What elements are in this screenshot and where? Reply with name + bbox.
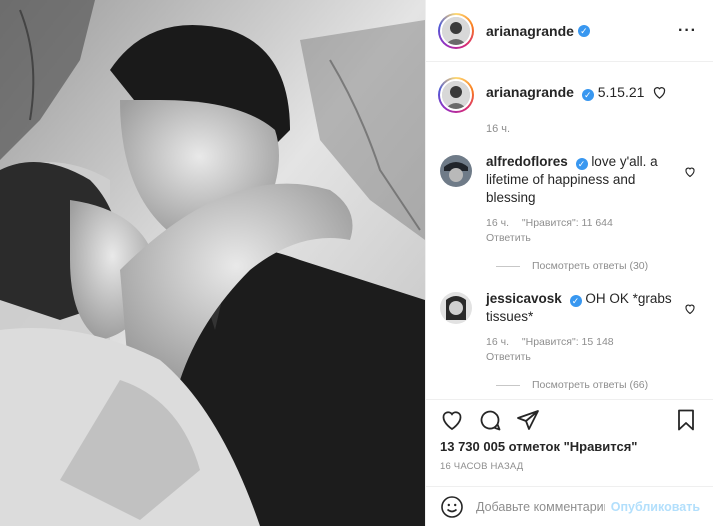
caption-text: 5.15.21 <box>597 84 645 100</box>
view-replies-button[interactable]: Посмотреть ответы (66) <box>496 379 698 391</box>
comment-likes[interactable]: "Нравится": 15 148 <box>522 336 614 348</box>
post-comment-button[interactable]: Опубликовать <box>611 500 700 514</box>
comment-meta: 16 ч. "Нравится": 11 644 <box>486 217 698 229</box>
comment-meta: 16 ч. "Нравится": 15 148 <box>486 336 698 348</box>
comment-input[interactable] <box>476 499 605 514</box>
verified-badge-icon: ✓ <box>575 158 588 170</box>
post-header: arianagrande ✓ ··· <box>426 0 713 62</box>
heart-icon[interactable] <box>440 408 464 432</box>
caption-time: 16 ч. <box>486 123 511 135</box>
caption-username[interactable]: arianagrande <box>486 84 574 100</box>
view-replies-label: Посмотреть ответы (30) <box>532 260 649 272</box>
commenter-username[interactable]: jessicavosk <box>486 291 562 306</box>
post-panel: arianagrande ✓ ··· arianagrande ✓ 5.15.2… <box>425 0 713 526</box>
reply-button[interactable]: Ответить <box>486 351 698 363</box>
reply-button[interactable]: Ответить <box>486 232 698 244</box>
comment-item: jessicavosk ✓ OH OK *grabs tissues* <box>438 290 698 326</box>
post-caption: arianagrande ✓ 5.15.21 <box>438 63 698 113</box>
heart-icon[interactable] <box>684 302 696 320</box>
verified-badge-icon: ✓ <box>569 295 582 307</box>
verified-badge-icon: ✓ <box>577 24 590 37</box>
bookmark-icon[interactable] <box>674 408 698 432</box>
action-bar <box>426 399 713 431</box>
comment-time: 16 ч. <box>486 336 509 348</box>
post-time-ago[interactable]: 16 ЧАСОВ НАЗАД <box>440 461 523 472</box>
verified-badge-icon: ✓ <box>581 89 594 101</box>
post-photo[interactable] <box>0 0 425 526</box>
author-username[interactable]: arianagrande <box>486 23 574 39</box>
author-avatar[interactable] <box>438 12 474 49</box>
divider <box>496 265 520 267</box>
heart-icon[interactable] <box>684 165 696 183</box>
comment-item: alfredoflores ✓ love y'all. a lifetime o… <box>438 153 698 207</box>
heart-icon[interactable] <box>652 85 667 103</box>
comment-likes[interactable]: "Нравится": 11 644 <box>522 217 613 229</box>
comment-icon[interactable] <box>478 408 502 432</box>
likes-count[interactable]: 13 730 005 отметок "Нравится" <box>440 439 637 454</box>
commenter-avatar[interactable] <box>440 292 472 324</box>
divider <box>496 384 520 386</box>
comments-list[interactable]: arianagrande ✓ 5.15.21 16 ч. alfredoflor… <box>426 63 713 399</box>
add-comment-bar: Опубликовать <box>426 486 713 526</box>
share-icon[interactable] <box>516 408 540 432</box>
commenter-avatar[interactable] <box>440 155 472 187</box>
caption-avatar[interactable] <box>438 77 474 113</box>
view-replies-label: Посмотреть ответы (66) <box>532 379 649 391</box>
comment-time: 16 ч. <box>486 217 509 229</box>
commenter-username[interactable]: alfredoflores <box>486 154 568 169</box>
view-replies-button[interactable]: Посмотреть ответы (30) <box>496 260 698 272</box>
emoji-icon[interactable] <box>440 495 464 519</box>
more-horizontal-icon[interactable]: ··· <box>678 22 697 40</box>
